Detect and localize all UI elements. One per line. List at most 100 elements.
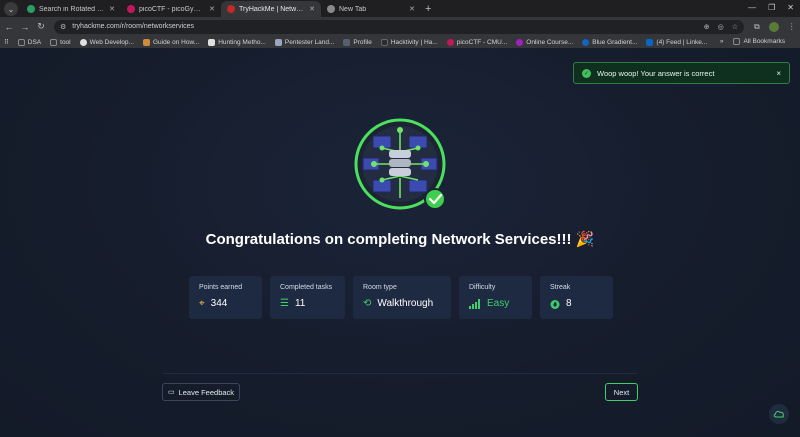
address-bar[interactable]: ⚙ tryhackme.com/r/room/networkservices ⊕… [54, 19, 744, 34]
all-bookmarks[interactable]: All Bookmarks [733, 38, 785, 45]
bookmark-label: Blue Gradient... [592, 38, 638, 46]
site-info-icon[interactable]: ⚙ [60, 23, 66, 31]
extensions-icon[interactable]: ⧉ [754, 22, 760, 32]
help-chat-button[interactable] [769, 404, 789, 424]
leave-feedback-button[interactable]: ▭ Leave Feedback [162, 383, 240, 401]
toolbar-right: ⧉ ⋮ [754, 21, 796, 32]
url-text: tryhackme.com/r/room/networkservices [72, 23, 195, 30]
profile-avatar[interactable] [768, 21, 779, 32]
favicon-icon [327, 5, 335, 13]
stat-label: Difficulty [469, 284, 496, 291]
bookmark-label: Profile [353, 38, 372, 46]
stat-label: Streak [550, 284, 571, 291]
stat-streak: Streak 8 [540, 276, 613, 319]
eye-off-icon[interactable]: ◎ [718, 23, 724, 31]
bookmark-item[interactable]: picoCTF - CMU... [446, 38, 508, 46]
close-tab-icon[interactable]: ✕ [109, 5, 115, 13]
room-badge-icon [354, 118, 446, 210]
bookmarks-right: » All Bookmarks [720, 38, 794, 45]
bookmark-label: Guide on How... [152, 38, 200, 46]
bookmark-item[interactable]: Hunting Metho... [208, 38, 266, 46]
tab-title: New Tab [339, 5, 367, 13]
folder-icon [17, 38, 25, 46]
next-button[interactable]: Next [605, 383, 638, 401]
favicon-icon [227, 5, 235, 13]
bookmark-label: Web Develop... [89, 38, 134, 46]
bookmark-favicon-icon [582, 38, 590, 46]
success-toast: ✓ Woop woop! Your answer is correct × [573, 62, 790, 84]
bookmark-item[interactable]: Blue Gradient... [582, 38, 638, 46]
maximize-icon[interactable]: ❐ [768, 3, 775, 12]
bookmark-label: Online Course... [526, 38, 574, 46]
bookmark-label: Hacktivity | Ha... [390, 38, 438, 46]
bookmark-item[interactable]: (4) Feed | Linke... [646, 38, 708, 46]
page-title: Congratulations on completing Network Se… [205, 231, 595, 248]
stat-value: Easy [487, 298, 510, 309]
bookmark-star-icon[interactable]: ☆ [732, 23, 738, 31]
stat-room-type: Room type ⟲ Walkthrough [353, 276, 451, 319]
bookmark-favicon-icon [446, 38, 454, 46]
target-icon: ⌖ [199, 297, 205, 309]
stat-value: 8 [566, 298, 572, 309]
tab-title: picoCTF - picoGym Chall [139, 5, 207, 13]
stats-row: Points earned ⌖ 344 Completed tasks ☰ 11… [189, 276, 613, 319]
bookmark-favicon-icon [208, 38, 216, 46]
all-bookmarks-label: All Bookmarks [743, 38, 785, 45]
new-tab-icon[interactable]: + [425, 3, 431, 15]
divider [163, 373, 637, 374]
bookmark-label: Hunting Metho... [218, 38, 266, 46]
apps-icon[interactable]: ⠿ [4, 38, 9, 46]
tab-title: Search in Rotated Sorted [39, 5, 106, 13]
bookmark-item[interactable]: Web Develop... [79, 38, 134, 46]
bookmark-label: picoCTF - CMU... [456, 38, 508, 46]
bookmark-favicon-icon [142, 38, 150, 46]
bookmark-item[interactable]: Profile [343, 38, 372, 46]
bookmark-item[interactable]: Hacktivity | Ha... [380, 38, 438, 46]
checklist-icon: ☰ [280, 297, 289, 309]
stat-completed-tasks: Completed tasks ☰ 11 [270, 276, 345, 319]
flame-icon [550, 299, 560, 309]
tab-1[interactable]: picoCTF - picoGym Chall ✕ [121, 1, 221, 17]
stat-value: Walkthrough [377, 298, 434, 309]
stat-difficulty: Difficulty Easy [459, 276, 532, 319]
close-tab-icon[interactable]: ✕ [309, 5, 315, 13]
forward-icon[interactable]: → [18, 22, 32, 32]
bookmark-item[interactable]: Pentester Land... [274, 38, 335, 46]
reload-icon[interactable]: ↻ [34, 21, 48, 32]
bookmark-label: DSA [27, 38, 42, 46]
signal-bars-icon [469, 298, 480, 309]
bookmark-favicon-icon [380, 38, 388, 46]
close-tab-icon[interactable]: ✕ [409, 5, 415, 13]
tab-title: TryHackMe | Network Se [239, 5, 306, 13]
stat-points-earned: Points earned ⌖ 344 [189, 276, 262, 319]
tab-strip: ⌄ Search in Rotated Sorted ✕ picoCTF - p… [0, 0, 800, 17]
stat-label: Room type [363, 284, 397, 291]
close-icon[interactable]: × [776, 69, 781, 78]
tab-0[interactable]: Search in Rotated Sorted ✕ [21, 1, 121, 17]
toast-message: Woop woop! Your answer is correct [597, 68, 715, 78]
tab-3[interactable]: New Tab ✕ [321, 1, 421, 17]
more-bookmarks-icon[interactable]: » [720, 38, 724, 45]
stat-value: 344 [210, 298, 228, 309]
close-tab-icon[interactable]: ✕ [209, 5, 215, 13]
comment-icon: ▭ [167, 389, 175, 396]
back-icon[interactable]: ← [2, 22, 16, 32]
bookmark-label: (4) Feed | Linke... [656, 38, 708, 46]
stat-label: Completed tasks [280, 284, 333, 291]
menu-icon[interactable]: ⋮ [788, 22, 796, 31]
tab-search-icon[interactable]: ⌄ [4, 2, 18, 16]
zoom-icon[interactable]: ⊕ [704, 23, 710, 31]
page-content: ✓ Woop woop! Your answer is correct × Co… [0, 48, 800, 437]
tab-2[interactable]: TryHackMe | Network Se ✕ [221, 1, 321, 17]
minimize-icon[interactable]: — [748, 3, 756, 12]
bookmark-item[interactable]: Online Course... [516, 38, 574, 46]
bookmark-favicon-icon [516, 38, 524, 46]
bookmark-favicon-icon [343, 38, 351, 46]
bookmark-item[interactable]: Guide on How... [142, 38, 200, 46]
close-window-icon[interactable]: ✕ [787, 3, 794, 12]
bookmark-item[interactable]: DSA [17, 38, 42, 46]
bookmark-favicon-icon [274, 38, 282, 46]
favicon-icon [127, 5, 135, 13]
bookmark-label: Pentester Land... [284, 38, 335, 46]
bookmark-item[interactable]: tool [50, 38, 71, 46]
